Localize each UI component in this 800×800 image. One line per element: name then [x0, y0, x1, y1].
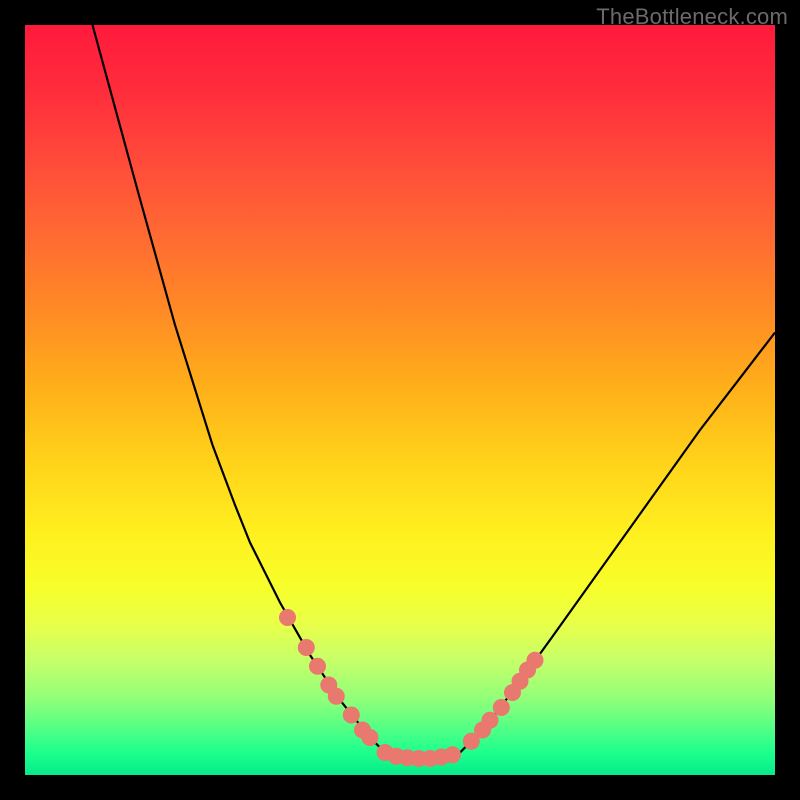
- curve-marker: [493, 700, 509, 716]
- chart-frame: TheBottleneck.com: [0, 0, 800, 800]
- curve-marker: [445, 747, 461, 763]
- curve-svg: [25, 25, 775, 775]
- plot-area: [25, 25, 775, 775]
- curve-marker: [280, 610, 296, 626]
- bottleneck-curve: [93, 25, 776, 759]
- curve-marker: [328, 688, 344, 704]
- curve-marker: [310, 658, 326, 674]
- watermark-text: TheBottleneck.com: [596, 4, 788, 30]
- curve-marker: [527, 652, 543, 668]
- curve-marker: [362, 730, 378, 746]
- curve-markers: [280, 610, 544, 767]
- curve-marker: [343, 707, 359, 723]
- curve-marker: [482, 712, 498, 728]
- curve-marker: [298, 640, 314, 656]
